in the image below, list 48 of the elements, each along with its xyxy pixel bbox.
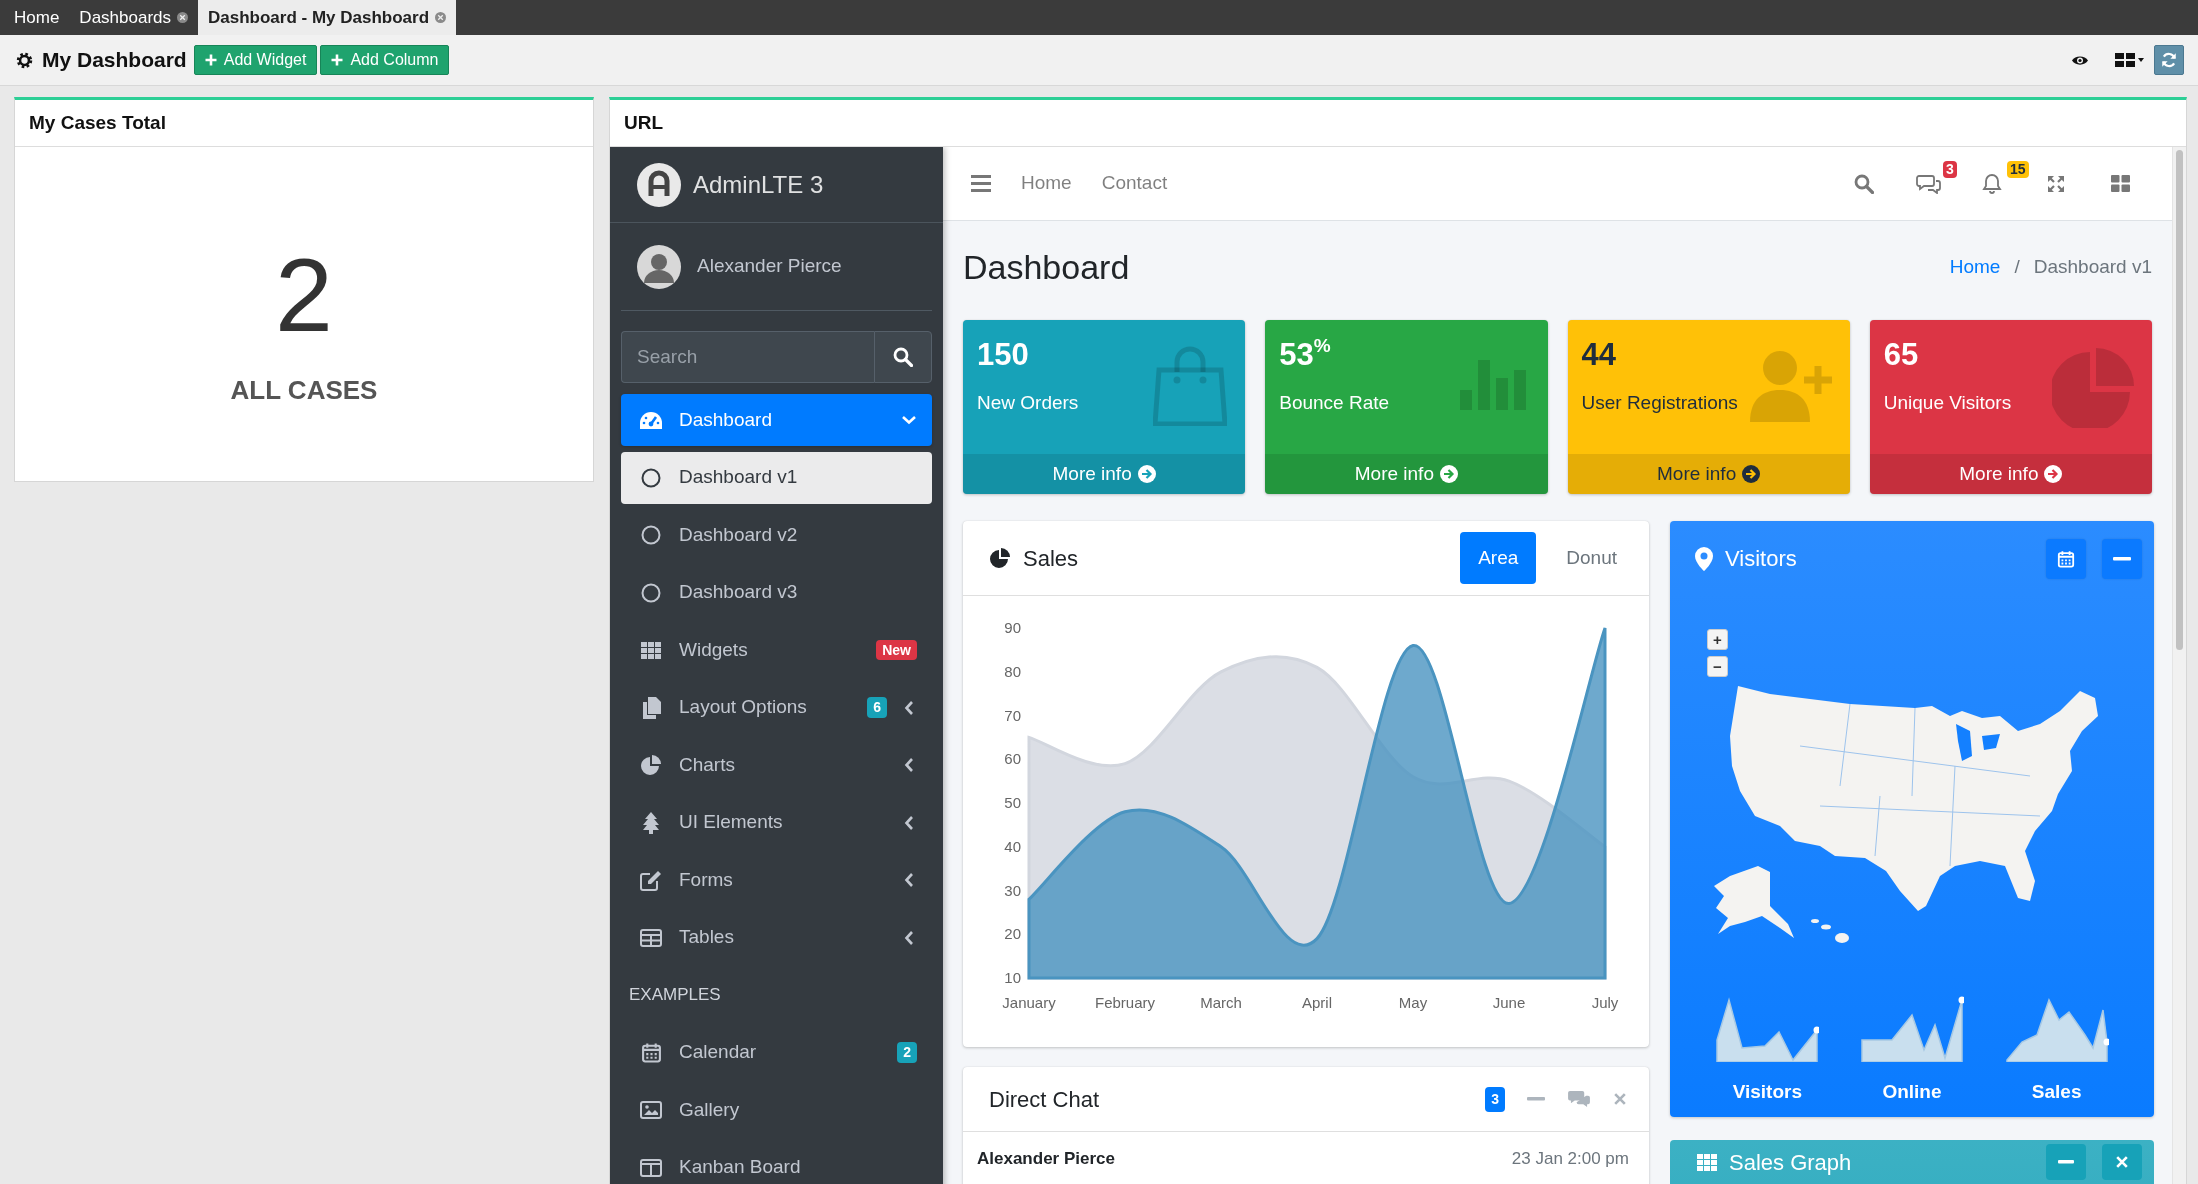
axis-label: June <box>1492 994 1526 1011</box>
sparkline-label: Sales <box>2031 1080 2082 1104</box>
stat-label: New Orders <box>977 391 1080 416</box>
breadcrumb-current: Dashboard v1 <box>2033 255 2152 280</box>
count-badge: 3 <box>1485 1086 1505 1112</box>
widget-title: My Cases Total <box>15 100 593 147</box>
axis-label: March <box>1200 994 1242 1011</box>
card-title: Sales Graph <box>1729 1148 1852 1177</box>
brand-name: AdminLTE 3 <box>693 169 824 200</box>
count-badge: 15 <box>2007 160 2029 178</box>
breadcrumb-separator: / <box>2014 255 2020 280</box>
axis-label: February <box>1095 994 1155 1011</box>
menu-badge: New <box>876 639 917 661</box>
stat-label: User Registrations <box>1581 391 1739 416</box>
sparkline-label: Visitors <box>1732 1080 1802 1104</box>
card-title: Sales <box>1023 544 1079 573</box>
axis-label: 90 <box>1004 619 1021 636</box>
card-title: Direct Chat <box>989 1085 1100 1114</box>
message-time: 23 Jan 2:00 pm <box>1511 1148 1629 1170</box>
axis-label: 50 <box>1004 794 1021 811</box>
axis-label: 10 <box>1004 969 1021 986</box>
count-badge: 3 <box>1943 160 1957 178</box>
page-title: Dashboard <box>963 247 1130 288</box>
case-caption: ALL CASES <box>230 374 378 407</box>
sparkline-label: Online <box>1882 1080 1942 1104</box>
axis-label: May <box>1398 994 1428 1011</box>
card-title: Visitors <box>1725 545 1797 573</box>
message-author: Alexander Pierce <box>977 1148 1115 1170</box>
axis-label: 80 <box>1004 662 1021 680</box>
axis-label: April <box>1302 994 1332 1011</box>
stat-value: 150 <box>977 336 1030 374</box>
stat-value: 44 <box>1581 336 1617 374</box>
section-header: EXAMPLES <box>628 984 722 1007</box>
axis-label: July <box>1591 994 1619 1011</box>
axis-label: 70 <box>1004 706 1021 724</box>
menu-badge: 6 <box>867 697 887 718</box>
dashboard-title: My Dashboard <box>42 47 187 74</box>
stat-value: 53$^{%}$ <box>1279 336 1332 374</box>
axis-label: January <box>1002 994 1056 1011</box>
stat-label: Unique Visitors <box>1883 391 2013 416</box>
stat-label: Bounce Rate <box>1279 391 1391 416</box>
axis-label: 30 <box>1004 881 1021 899</box>
axis-label: 60 <box>1004 750 1021 768</box>
axis-label: 20 <box>1004 925 1021 943</box>
stat-value: 65 <box>1883 336 1920 374</box>
menu-badge: 2 <box>897 1042 917 1063</box>
axis-label: 40 <box>1004 837 1021 855</box>
case-count: 2 <box>275 243 333 347</box>
